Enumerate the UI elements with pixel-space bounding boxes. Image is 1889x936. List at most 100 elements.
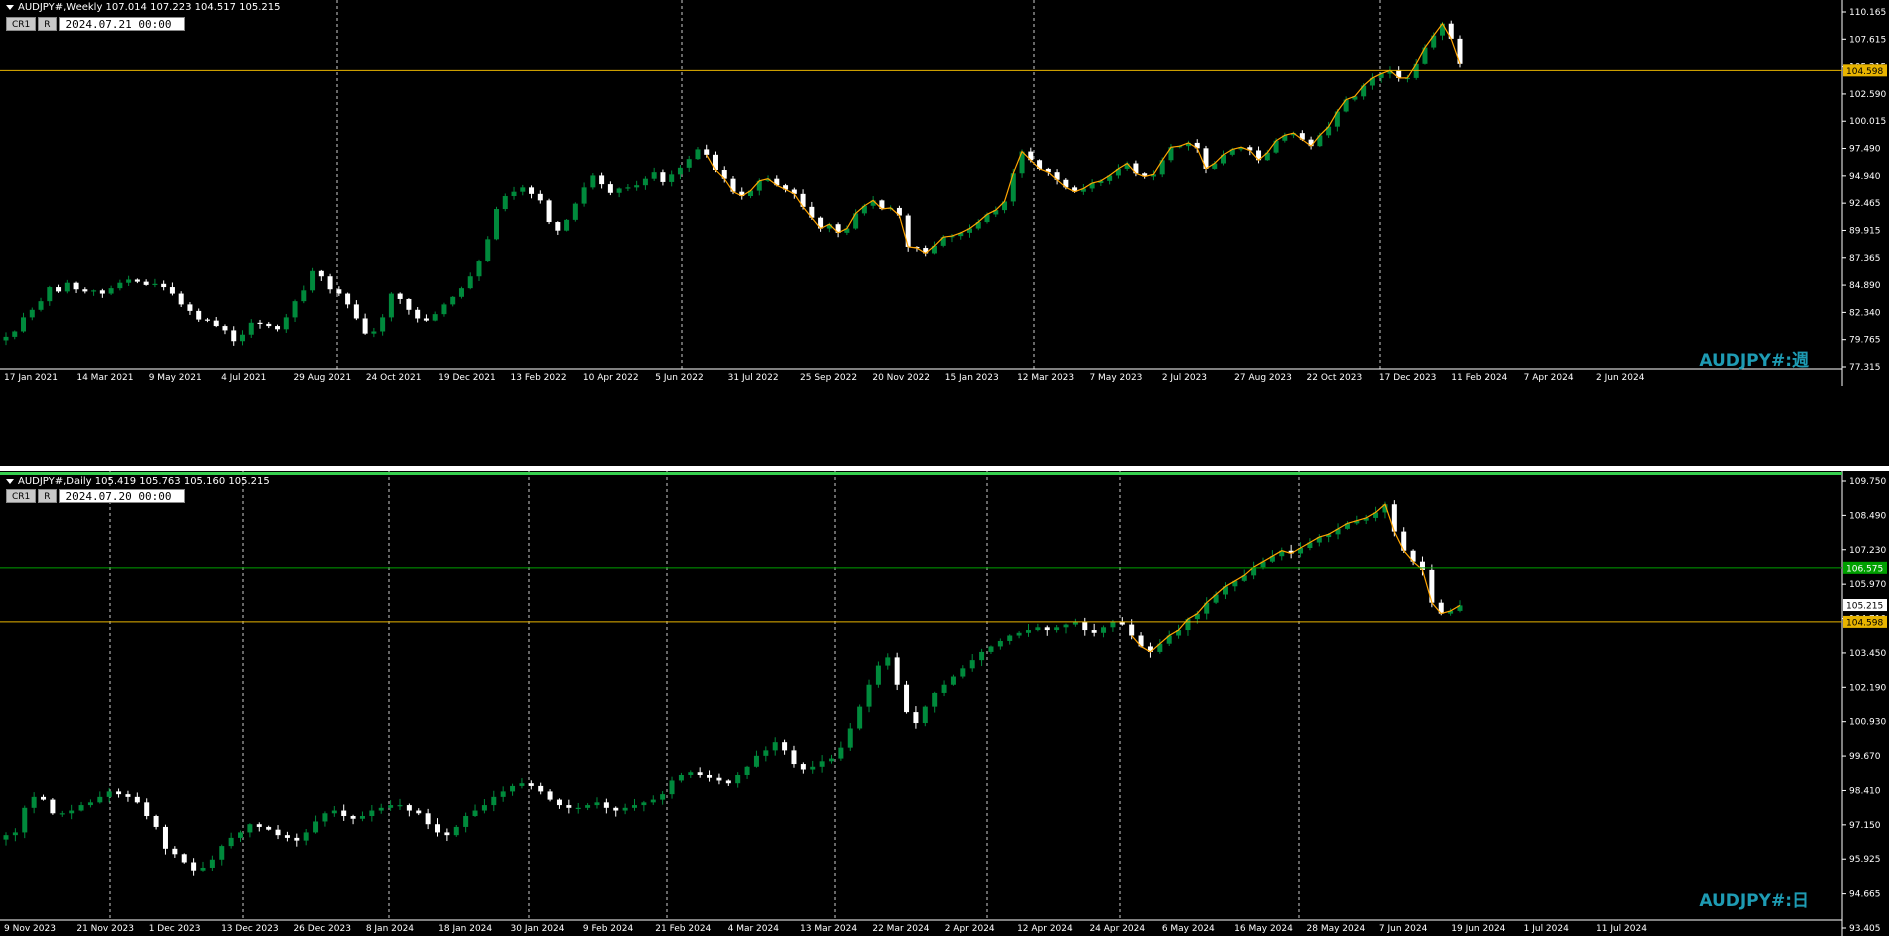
candle-body: [695, 149, 701, 160]
time-tick-label: 5 Jun 2022: [655, 373, 703, 383]
cr1-button[interactable]: CR1: [6, 17, 37, 31]
candle-body: [810, 766, 816, 770]
price-tick-label: 100.930: [1849, 718, 1886, 728]
candle-body: [744, 766, 750, 775]
candle-body: [47, 287, 53, 302]
price-tick-label: 107.230: [1849, 546, 1886, 556]
candle-body: [485, 239, 491, 262]
candle-body: [388, 293, 394, 318]
candle-body: [997, 640, 1003, 647]
candle-body: [538, 785, 544, 792]
price-tick-label: 103.450: [1849, 649, 1886, 659]
candle-body: [641, 802, 647, 806]
candle-body: [838, 747, 844, 759]
time-tick-label: 9 Feb 2024: [583, 924, 634, 934]
candle-body: [1054, 627, 1060, 631]
candle-body: [222, 326, 228, 331]
time-tick-label: 11 Feb 2024: [1451, 373, 1507, 383]
candle-body: [331, 810, 337, 814]
candle-body: [425, 813, 431, 825]
candle-body: [353, 304, 359, 319]
time-tick-label: 21 Feb 2024: [655, 924, 711, 934]
candle-body: [1110, 621, 1116, 628]
candle-body: [204, 319, 210, 321]
candle-body: [406, 805, 412, 811]
daily-ohlc-text: AUDJPY#,Daily 105.419 105.763 105.160 10…: [18, 476, 270, 487]
price-tick-label: 82.340: [1849, 308, 1881, 318]
time-tick-label: 4 Jul 2021: [221, 373, 266, 383]
candle-body: [144, 802, 150, 817]
candle-body: [556, 799, 562, 806]
candle-body: [97, 796, 103, 803]
candle-body: [239, 334, 245, 342]
candle-body: [50, 799, 56, 814]
candle-body: [950, 676, 956, 685]
cr1-button[interactable]: CR1: [6, 489, 37, 503]
candle-body: [772, 742, 778, 751]
time-tick-label: 6 May 2024: [1162, 924, 1215, 934]
candle-body: [625, 187, 631, 189]
candle-body: [161, 283, 167, 288]
candle-body: [423, 318, 429, 321]
time-tick-label: 17 Dec 2023: [1379, 373, 1437, 383]
candle-body: [688, 772, 694, 775]
price-tick-label: 107.615: [1849, 35, 1886, 45]
candle-body: [31, 796, 37, 808]
weekly-symbol-watermark: AUDJPY#:週: [1699, 351, 1809, 371]
weekly-chart-pane[interactable]: 110.165107.615105.215102.590100.01597.49…: [0, 0, 1889, 386]
time-tick-label: 14 Mar 2021: [76, 373, 133, 383]
candle-body: [632, 805, 638, 808]
price-tick-label: 94.665: [1849, 890, 1881, 900]
candle-body: [969, 660, 975, 669]
candle-body: [502, 196, 508, 210]
candle-body: [99, 290, 105, 294]
collapse-triangle-icon[interactable]: [6, 478, 14, 484]
candle-body: [520, 187, 526, 192]
level-price-label: 104.598: [1846, 618, 1883, 628]
candle-body: [960, 668, 966, 677]
time-tick-label: 20 Nov 2022: [872, 373, 930, 383]
candle-body: [275, 829, 281, 836]
candle-body: [575, 807, 581, 810]
time-tick-label: 30 Jan 2024: [511, 924, 565, 934]
candle-body: [313, 821, 319, 833]
candle-body: [594, 802, 600, 806]
daily-chart-pane[interactable]: 109.750108.490107.230105.970104.710103.4…: [0, 471, 1889, 936]
candle-body: [200, 867, 206, 871]
candle-body: [432, 314, 438, 321]
price-tick-label: 97.490: [1849, 145, 1881, 155]
time-tick-label: 12 Mar 2023: [1017, 373, 1074, 383]
time-tick-label: 13 Dec 2023: [221, 924, 279, 934]
candle-body: [73, 282, 79, 290]
candle-body: [704, 149, 710, 155]
candle-body: [913, 712, 919, 724]
time-tick-label: 8 Jan 2024: [366, 924, 414, 934]
collapse-triangle-icon[interactable]: [6, 4, 14, 10]
candle-body: [38, 301, 44, 310]
candle-body: [616, 188, 622, 193]
candle-body: [763, 750, 769, 756]
candle-body: [828, 758, 834, 762]
candle-body: [735, 774, 741, 784]
candle-body: [125, 794, 131, 797]
weekly-candlestick-chart[interactable]: 110.165107.615105.215102.590100.01597.49…: [0, 0, 1889, 386]
candle-body: [12, 331, 18, 337]
candle-body: [585, 805, 591, 808]
daily-controls: CR1 R 2024.07.20 00:00: [6, 489, 185, 503]
candle-body: [519, 783, 525, 786]
r-button[interactable]: R: [38, 489, 57, 503]
candle-body: [292, 301, 298, 318]
candle-body: [369, 810, 375, 817]
daily-date-field[interactable]: 2024.07.20 00:00: [58, 489, 185, 503]
weekly-date-field[interactable]: 2024.07.21 00:00: [58, 17, 185, 31]
r-button[interactable]: R: [38, 17, 57, 31]
daily-candlestick-chart[interactable]: 109.750108.490107.230105.970104.710103.4…: [0, 471, 1889, 936]
time-tick-label: 24 Apr 2024: [1089, 924, 1145, 934]
price-tick-label: 93.405: [1849, 924, 1881, 934]
time-tick-label: 29 Aug 2021: [293, 373, 351, 383]
candle-body: [209, 859, 215, 868]
candle-body: [266, 826, 272, 830]
time-tick-label: 10 Apr 2022: [583, 373, 639, 383]
candle-body: [322, 813, 328, 822]
candle-body: [134, 279, 140, 282]
